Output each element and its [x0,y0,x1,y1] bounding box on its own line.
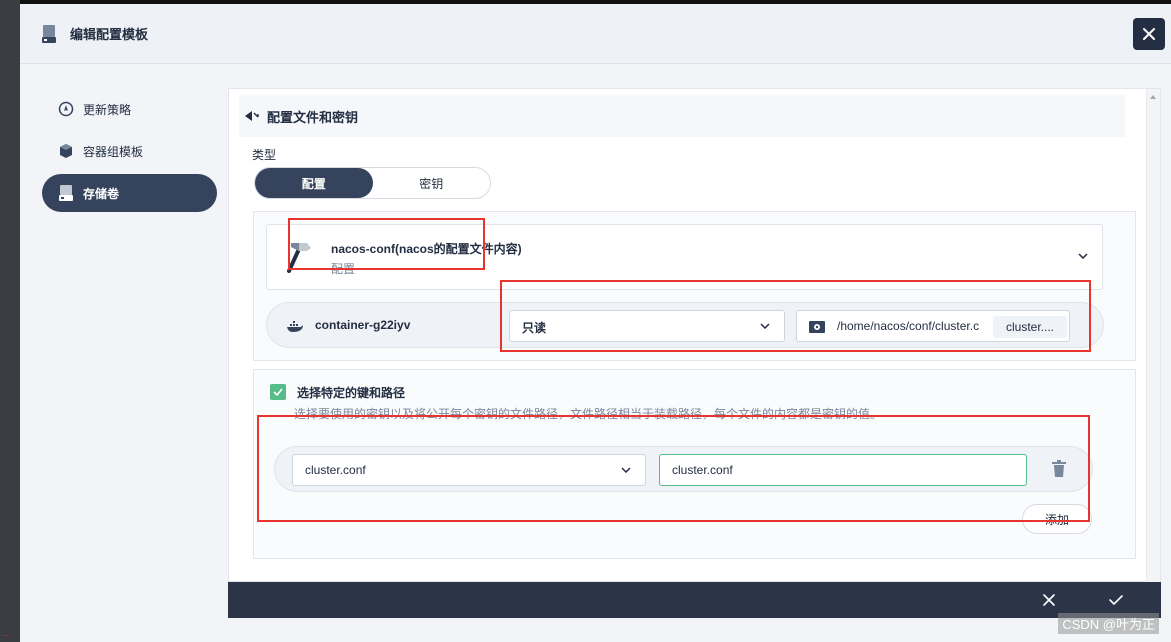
add-button[interactable]: 添加 [1022,504,1092,534]
backdrop-left [0,0,20,642]
mount-path-value: /home/nacos/conf/cluster.c [837,319,980,333]
cancel-icon[interactable] [1042,593,1056,607]
key-path-row: cluster.conf [274,446,1093,492]
docker-icon [287,321,303,332]
mount-path-input[interactable]: /home/nacos/conf/cluster.c cluster.... [796,310,1070,342]
disk-icon [809,321,825,333]
key-select[interactable]: cluster.conf [292,454,646,486]
specific-keys-checkbox[interactable] [270,384,286,400]
hammer-icon [287,243,311,273]
type-option-config[interactable]: 配置 [255,168,373,198]
config-name: nacos-conf(nacos的配置文件内容) [331,242,522,256]
mount-mode-select[interactable]: 只读 [509,310,785,342]
nav-item-update-strategy[interactable]: 更新策略 [42,90,217,128]
close-button[interactable] [1133,18,1165,50]
modal-footer [228,582,1161,618]
storage-icon [42,24,56,43]
close-icon [1143,28,1155,40]
chevron-down-icon [621,467,631,473]
type-option-secret[interactable]: 密钥 [373,168,491,198]
mount-row: container-g22iyv 只读 /home/nacos/conf/clu… [266,302,1104,348]
chevron-down-icon [760,323,770,329]
corner-mark: ·· [2,630,8,640]
confirm-check-icon[interactable] [1108,593,1124,607]
back-arrow-icon[interactable] [245,110,261,122]
modal-title: 编辑配置模板 [70,27,149,42]
scroll-up-arrow-icon[interactable] [1150,95,1156,99]
key-value: cluster.conf [305,463,366,477]
config-card: nacos-conf(nacos的配置文件内容) 配置 container-g2… [253,211,1136,361]
config-kind: 配置 [331,262,356,276]
chevron-down-icon [1078,253,1088,259]
left-nav: 更新策略 容器组模板 存储卷 [42,90,217,216]
modal-header: 编辑配置模板 [20,4,1171,64]
edit-config-template-modal: 编辑配置模板 更新策略 容器组模板 存储卷 配置文件和密钥 类型 配置 密钥 n… [20,4,1171,642]
nav-item-label: 容器组模板 [83,144,144,159]
type-toggle: 配置 密钥 [254,167,491,199]
watermark: CSDN @叶为正 [1058,613,1159,634]
specific-keys-description: 选择要使用的密钥以及将公开每个密钥的文件路径，文件路径相当于装载路径，每个文件的… [294,407,883,421]
nav-item-storage-volume[interactable]: 存储卷 [42,174,217,212]
update-strategy-icon [58,101,74,117]
subpath-tag[interactable]: cluster.... [993,316,1067,338]
storage-volume-icon [58,185,74,201]
nav-item-label: 更新策略 [83,102,132,117]
check-icon [273,388,283,396]
type-label: 类型 [252,148,277,162]
specific-keys-card: 选择特定的键和路径 选择要使用的密钥以及将公开每个密钥的文件路径，文件路径相当于… [253,369,1136,559]
config-select[interactable]: nacos-conf(nacos的配置文件内容) 配置 [266,224,1103,290]
nav-item-pod-template[interactable]: 容器组模板 [42,132,217,170]
pod-template-icon [58,143,74,159]
container-name: container-g22iyv [315,318,411,332]
content-panel: 配置文件和密钥 类型 配置 密钥 nacos-conf(nacos的配置文件内容… [228,88,1161,583]
nav-item-label: 存储卷 [83,186,120,201]
key-path-input[interactable] [659,454,1027,486]
trash-icon[interactable] [1051,460,1067,478]
section-header[interactable]: 配置文件和密钥 [239,95,1125,137]
mount-mode-value: 只读 [522,321,547,335]
section-title: 配置文件和密钥 [267,109,359,125]
specific-keys-label: 选择特定的键和路径 [297,386,406,400]
scrollbar[interactable] [1146,89,1160,583]
